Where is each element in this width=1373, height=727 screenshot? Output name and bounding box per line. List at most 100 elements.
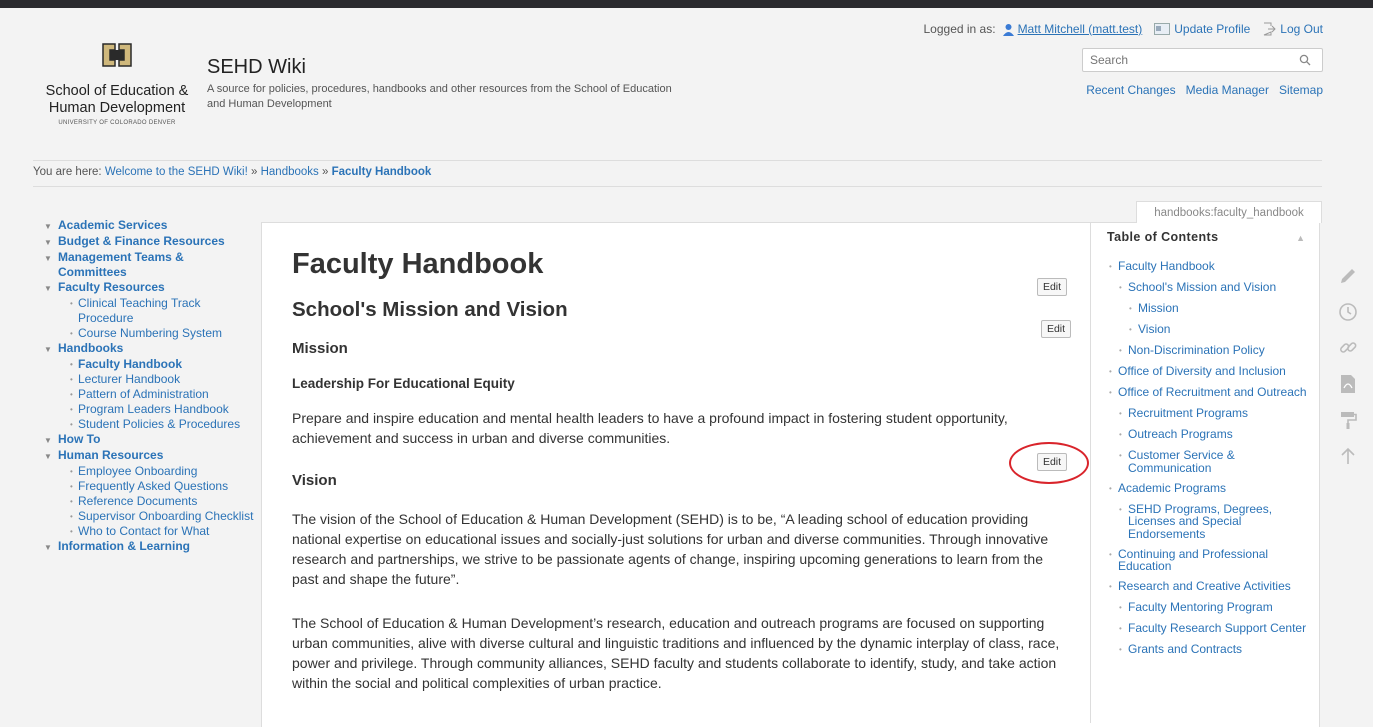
bullet-icon: •	[1119, 603, 1122, 612]
bullet-icon: •	[1109, 367, 1112, 376]
toc-item-customer-service-communication[interactable]: • Customer Service & Communication	[1109, 449, 1315, 474]
breadcrumb: You are here: Welcome to the SEHD Wiki! …	[33, 166, 432, 178]
edit-button[interactable]: Edit	[1041, 320, 1071, 338]
bullet-icon: •	[70, 360, 73, 369]
toc-item-mission[interactable]: • Mission	[1109, 302, 1315, 316]
logged-in-label: Logged in as:	[923, 22, 996, 36]
sidebar-subitem-program-leaders-handbook[interactable]: • Program Leaders Handbook	[44, 402, 254, 417]
breadcrumb-divider	[33, 186, 1322, 187]
history-icon[interactable]	[1336, 294, 1360, 330]
bullet-icon: •	[70, 467, 73, 476]
sidebar-item-how-to[interactable]: ▼ How To	[44, 432, 254, 448]
toc-item-office-of-recruitment-and-outreach[interactable]: • Office of Recruitment and Outreach	[1109, 386, 1315, 400]
sidebar-item-information-learning[interactable]: ▼ Information & Learning	[44, 539, 254, 555]
pdf-icon[interactable]	[1336, 366, 1360, 402]
bullet-icon: •	[1119, 624, 1122, 633]
bullet-icon: •	[70, 482, 73, 491]
sidebar-item-management-teams-committees[interactable]: ▼ Management Teams & Committees	[44, 250, 254, 280]
toc-list: • Faculty Handbook • School's Mission and V…	[1109, 260, 1315, 664]
bullet-icon: •	[1109, 262, 1112, 271]
bullet-icon: •	[70, 405, 73, 414]
media-manager-link[interactable]: Media Manager	[1186, 83, 1269, 97]
toc-item-faculty-mentoring-program[interactable]: • Faculty Mentoring Program	[1109, 601, 1315, 615]
mission-text: Prepare and inspire education and mental…	[292, 410, 1008, 446]
breadcrumb-item-home[interactable]: Welcome to the SEHD Wiki!	[105, 166, 248, 178]
toc-item-research-and-creative-activities[interactable]: • Research and Creative Activities	[1109, 580, 1315, 594]
pencil-icon[interactable]	[1336, 258, 1360, 294]
mission-subheading: Leadership For Educational Equity	[292, 376, 515, 391]
sidebar-subitem-supervisor-onboarding-checklist[interactable]: • Supervisor Onboarding Checklist	[44, 509, 254, 524]
search-input[interactable]	[1083, 53, 1293, 67]
caret-down-icon: ▼	[44, 345, 52, 354]
breadcrumb-separator: »	[250, 166, 258, 178]
toc-item-outreach-programs[interactable]: • Outreach Programs	[1109, 428, 1315, 442]
sidebar-item-faculty-resources[interactable]: ▼ Faculty Resources	[44, 280, 254, 296]
chevron-up-icon[interactable]: ▲	[1296, 233, 1305, 243]
bullet-icon: •	[70, 299, 73, 308]
link-icon[interactable]	[1336, 330, 1360, 366]
sidebar-subitem-faculty-handbook[interactable]: • Faculty Handbook	[44, 357, 254, 372]
caret-down-icon: ▼	[44, 222, 52, 231]
logout-link[interactable]: Log Out	[1262, 22, 1323, 36]
page-id-tab: handbooks:faculty_handbook	[1136, 201, 1322, 223]
user-icon	[1002, 23, 1014, 36]
breadcrumb-separator: »	[321, 166, 329, 178]
toc-item-faculty-research-support-center[interactable]: • Faculty Research Support Center	[1109, 622, 1315, 636]
toc-item-vision[interactable]: • Vision	[1109, 323, 1315, 337]
sidebar-subitem-course-numbering-system[interactable]: • Course Numbering System	[44, 326, 254, 341]
vision-text: The vision of the School of Education & …	[292, 511, 1049, 587]
toc-item-continuing-and-professional-education[interactable]: • Continuing and Professional Education	[1109, 547, 1315, 573]
bullet-icon: •	[1119, 409, 1122, 418]
sidebar-subitem-clinical-teaching-track-procedure[interactable]: • Clinical Teaching Track Procedure	[44, 296, 254, 326]
sidebar-item-human-resources[interactable]: ▼ Human Resources	[44, 448, 254, 464]
toc-item-recruitment-programs[interactable]: • Recruitment Programs	[1109, 407, 1315, 421]
vision-text: The School of Education & Human Developm…	[292, 615, 1060, 691]
sidebar-item-budget-finance-resources[interactable]: ▼ Budget & Finance Resources	[44, 234, 254, 250]
toc-item-faculty-handbook[interactable]: • Faculty Handbook	[1109, 260, 1315, 274]
profile-card-icon	[1154, 23, 1171, 35]
page-tools	[1336, 258, 1360, 474]
site-title[interactable]: SEHD Wiki	[207, 56, 306, 79]
edit-button[interactable]: Edit	[1037, 278, 1067, 296]
toc-title[interactable]: Table of Contents	[1107, 230, 1218, 244]
search-box[interactable]	[1082, 48, 1323, 72]
site-tools: Recent Changes Media Manager Sitemap	[1086, 83, 1323, 97]
logo-subtitle: UNIVERSITY OF COLORADO DENVER	[58, 120, 176, 126]
user-profile-link[interactable]: Matt Mitchell (matt.test)	[1002, 22, 1142, 36]
cu-logo-icon	[102, 43, 132, 67]
sidebar-subitem-lecturer-handbook[interactable]: • Lecturer Handbook	[44, 372, 254, 387]
top-bar	[0, 0, 1373, 8]
bullet-icon: •	[1119, 346, 1122, 355]
sidebar-item-academic-services[interactable]: ▼ Academic Services	[44, 218, 254, 234]
sidebar-subitem-student-policies-procedures[interactable]: • Student Policies & Procedures	[44, 417, 254, 432]
header-divider	[33, 160, 1322, 161]
bullet-icon: •	[1119, 283, 1122, 292]
toc-item-non-discrimination-policy[interactable]: • Non-Discrimination Policy	[1109, 344, 1315, 358]
sitemap-link[interactable]: Sitemap	[1279, 83, 1323, 97]
sidebar-subitem-pattern-of-administration[interactable]: • Pattern of Administration	[44, 387, 254, 402]
bullet-icon: •	[1129, 304, 1132, 313]
bullet-icon: •	[70, 512, 73, 521]
toc-item-office-of-diversity-and-inclusion[interactable]: • Office of Diversity and Inclusion	[1109, 365, 1315, 379]
recent-changes-link[interactable]: Recent Changes	[1086, 83, 1175, 97]
breadcrumb-item-current[interactable]: Faculty Handbook	[332, 166, 432, 178]
logo-name: School of Education & Human Development	[45, 83, 189, 116]
site-logo[interactable]: School of Education & Human Development …	[32, 40, 202, 126]
sidebar-subitem-frequently-asked-questions[interactable]: • Frequently Asked Questions	[44, 479, 254, 494]
sidebar-subitem-employee-onboarding[interactable]: • Employee Onboarding	[44, 464, 254, 479]
bullet-icon: •	[70, 329, 73, 338]
toc-item-academic-programs[interactable]: • Academic Programs	[1109, 481, 1315, 496]
search-icon[interactable]	[1293, 54, 1317, 66]
toc-item-school-s-mission-and-vision[interactable]: • School's Mission and Vision	[1109, 281, 1315, 295]
toc-item-sehd-programs-degrees-licenses-and-special-endorsements[interactable]: • SEHD Programs, Degrees, Licenses and Sp…	[1109, 502, 1315, 541]
sidebar-subitem-reference-documents[interactable]: • Reference Documents	[44, 494, 254, 509]
arrow-up-icon[interactable]	[1336, 438, 1360, 474]
sidebar-item-handbooks[interactable]: ▼ Handbooks	[44, 341, 254, 357]
bullet-icon: •	[70, 497, 73, 506]
paint-roller-icon[interactable]	[1336, 402, 1360, 438]
bullet-icon: •	[70, 390, 73, 399]
breadcrumb-item-handbooks[interactable]: Handbooks	[261, 166, 319, 178]
sidebar-subitem-who-to-contact-for-what[interactable]: • Who to Contact for What	[44, 524, 254, 539]
toc-item-grants-and-contracts[interactable]: • Grants and Contracts	[1109, 643, 1315, 657]
update-profile-link[interactable]: Update Profile	[1154, 22, 1250, 36]
